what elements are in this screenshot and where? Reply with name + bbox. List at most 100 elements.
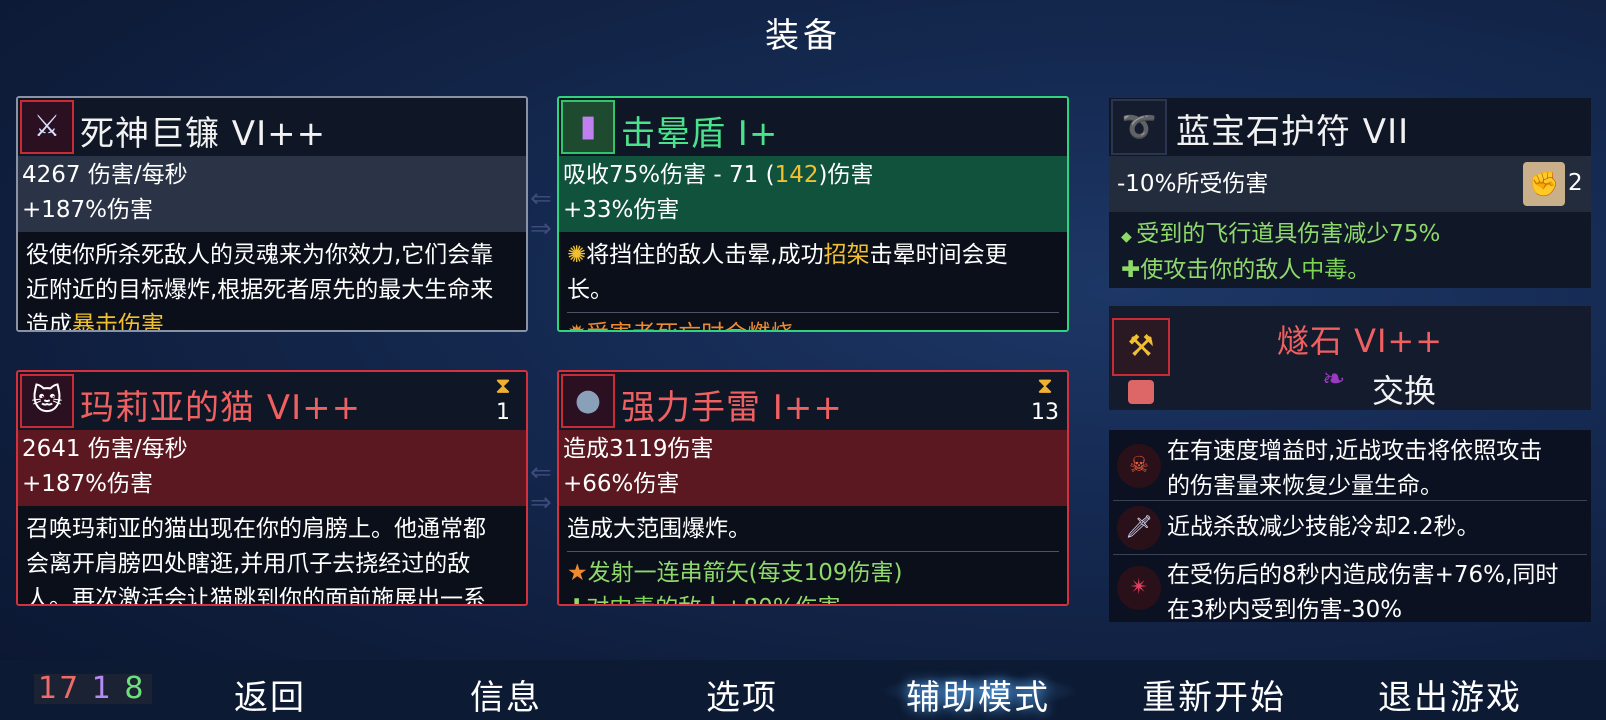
perk-item: ☠ 在有速度增益时,近战攻击将依照攻击 的伤害量来恢复少量生命。 [1117, 438, 1587, 499]
desc-line: 人。再次激活会让猫跳到你的面前施展出一系 [26, 586, 486, 604]
skull-perk-icon: ☠ [1117, 444, 1161, 488]
item-stats: 吸收75%伤害 - 71 (142)伤害 +33%伤害 [559, 156, 1067, 232]
swap-icon: ❧ [1322, 362, 1346, 395]
arrow-left-icon: ⇐ [530, 458, 552, 488]
perk-text: 在受伤后的8秒内造成伤害+76%,同时 在3秒内受到伤害-30% [1167, 558, 1558, 622]
desc-text: 击晕时间会更 [869, 242, 1008, 268]
menu-restart[interactable]: 重新开始 [1142, 670, 1286, 719]
item-name: 玛莉亚的猫 VI++ [80, 388, 362, 428]
desc-line: ✹受害者死亡时会燃烧 [567, 317, 1059, 330]
damage-stat: 造成3119伤害 [563, 436, 714, 462]
scroll-count: 2 [1568, 170, 1583, 196]
desc-text: 对 [586, 595, 609, 604]
divider [567, 551, 1059, 552]
desc-text: 发射一连串箭矢(每支109伤害) [587, 560, 903, 586]
cooldown-count: 13 [1031, 400, 1059, 425]
perk-item: ✴ 在受伤后的8秒内造成伤害+76%,同时 在3秒内受到伤害-30% [1117, 562, 1587, 622]
seed-display: 17 1 8 [34, 674, 152, 704]
star-icon: ★ [567, 560, 588, 586]
blade-perk-icon: 🗡 [1117, 506, 1161, 550]
desc-text: 的敌人+80%伤害。 [655, 595, 863, 604]
desc-line: 造成暴击伤害 [26, 308, 518, 330]
desc-text: 使攻击你的敌人 [1140, 257, 1302, 283]
perk-line: 的伤害量来恢复少量生命。 [1167, 473, 1443, 499]
desc-line: 会离开肩膀四处瞎逛,并用爪子去挠经过的敌 [26, 551, 471, 577]
poison-keyword: 中毒 [609, 595, 655, 604]
amulet-stat: -10%所受伤害 [1109, 156, 1591, 212]
seed-green: 8 [124, 671, 146, 706]
cooldown-indicator: ⧗ 1 [488, 374, 518, 425]
seed-red: 17 [38, 671, 81, 706]
desc-text: 将挡住的敌人击晕,成功 [586, 242, 824, 268]
scythe-icon: ⚔ [20, 100, 74, 154]
poison-icon: ✚ [1121, 257, 1141, 283]
card-header: ⚔ 死神巨镰 VI++ [18, 98, 526, 156]
equipment-card-cat[interactable]: 🐱 玛莉亚的猫 VI++ ⧗ 1 2641 伤害/每秒 +187%伤害 召唤玛莉… [16, 370, 528, 606]
damage-bonus-stat: +33%伤害 [563, 197, 680, 223]
desc-line: 召唤玛莉亚的猫出现在你的肩膀上。他通常都 [26, 516, 486, 542]
perk-line: 在受伤后的8秒内造成伤害+76%,同时 [1167, 562, 1559, 588]
flint-name: 燧石 VI++ [1276, 322, 1444, 360]
desc-line: ✺将挡住的敌人击晕,成功招架击晕时间会更 [567, 238, 1059, 273]
stat-text: 吸收75%伤害 - 71 ( [563, 162, 775, 188]
menu-back[interactable]: 返回 [234, 670, 306, 719]
damage-bonus-stat: +66%伤害 [563, 471, 680, 497]
perk-line: 在3秒内受到伤害-30% [1167, 597, 1403, 622]
item-name: 击晕盾 I+ [621, 114, 779, 154]
crit-damage-keyword: 暴击伤害 [72, 312, 164, 330]
equipment-card-scythe[interactable]: ⚔ 死神巨镰 VI++ 4267 伤害/每秒 +187%伤害 役使你所杀死敌人的… [16, 96, 528, 332]
cat-icon: 🐱 [20, 374, 74, 428]
menu-quit[interactable]: 退出游戏 [1378, 670, 1522, 719]
damage-bonus-stat: +187%伤害 [22, 197, 154, 223]
poison-icon: ✚ [567, 595, 586, 604]
amulet-description: ◆ 受到的飞行道具伤害减少75% ✚使攻击你的敌人中毒。 [1109, 212, 1591, 288]
damage-bonus-stat: +187%伤害 [22, 471, 154, 497]
poison-keyword: 中毒 [1301, 257, 1348, 283]
desc-text: 。 [1347, 257, 1371, 283]
cooldown-count: 1 [496, 400, 510, 425]
desc-line: 长。 [567, 277, 613, 303]
item-name: 死神巨镰 VI++ [80, 114, 327, 154]
menu-assist-mode[interactable]: 辅助模式 [906, 670, 1050, 719]
swap-button[interactable]: 交换 [1372, 366, 1436, 412]
swap-label: 交换 [1372, 372, 1437, 410]
perk-text: 在有速度增益时,近战攻击将依照攻击 的伤害量来恢复少量生命。 [1167, 434, 1542, 504]
item-stats: 4267 伤害/每秒 +187%伤害 [18, 156, 526, 232]
card-header: ● 强力手雷 I++ ⧗ 13 [559, 372, 1067, 430]
grenade-icon: ● [561, 374, 615, 428]
item-description: 召唤玛莉亚的猫出现在你的肩膀上。他通常都 会离开肩膀四处瞎逛,并用爪子去挠经过的… [18, 506, 526, 604]
dps-stat: 4267 伤害/每秒 [22, 162, 188, 188]
absorb-stat: 吸收75%伤害 - 71 (142)伤害 [563, 158, 1063, 193]
item-stats: 2641 伤害/每秒 +187%伤害 [18, 430, 526, 506]
divider [567, 312, 1059, 313]
stat-text: )伤害 [818, 162, 874, 188]
desc-line: 役使你所杀死敌人的灵魂来为你效力,它们会靠 [26, 242, 494, 268]
perk-line: 近战杀敌减少技能冷却2.2秒。 [1167, 514, 1480, 540]
seed-purple: 1 [91, 671, 113, 706]
equipment-card-shield[interactable]: ▮ 击晕盾 I+ 吸收75%伤害 - 71 (142)伤害 +33%伤害 ✺将挡… [557, 96, 1069, 332]
desc-text: 受到的飞行道具伤害减少75% [1136, 221, 1441, 247]
cooldown-indicator: ⧗ 13 [1025, 374, 1065, 425]
equipment-card-grenade[interactable]: ● 强力手雷 I++ ⧗ 13 造成3119伤害 +66%伤害 造成大范围爆炸。… [557, 370, 1069, 606]
scroll-icon: ✊ [1523, 162, 1565, 206]
desc-line: 近附近的目标爆炸,根据死者原先的最大生命来 [26, 277, 494, 303]
card-header: ▮ 击晕盾 I+ [559, 98, 1067, 156]
menu-options[interactable]: 选项 [706, 670, 778, 719]
parry-keyword: 招架 [823, 242, 870, 268]
desc-line: ✚对中毒的敌人+80%伤害。 [567, 591, 1059, 604]
amulet-icon: ➰ [1111, 99, 1167, 155]
stat-highlight: 142 [774, 162, 819, 188]
desc-line: ◆ 受到的飞行道具伤害减少75% [1121, 218, 1579, 254]
perk-list: ☠ 在有速度增益时,近战攻击将依照攻击 的伤害量来恢复少量生命。 🗡 近战杀敌减… [1109, 430, 1591, 622]
burn-keyword: 燃烧 [747, 321, 793, 330]
page-title: 装备 [765, 16, 841, 56]
desc-text: 造成 [26, 312, 72, 330]
divider [1113, 500, 1587, 501]
menu-info[interactable]: 信息 [470, 670, 542, 719]
hourglass-icon: ⧗ [495, 374, 511, 399]
fire-icon: ✹ [567, 321, 586, 330]
arrow-right-icon: ⇒ [530, 214, 552, 244]
item-description: 役使你所杀死敌人的灵魂来为你效力,它们会靠 近附近的目标爆炸,根据死者原先的最大… [18, 232, 526, 330]
amulet-name: 蓝宝石护符 VII [1176, 112, 1410, 152]
item-name: 强力手雷 I++ [621, 388, 843, 428]
